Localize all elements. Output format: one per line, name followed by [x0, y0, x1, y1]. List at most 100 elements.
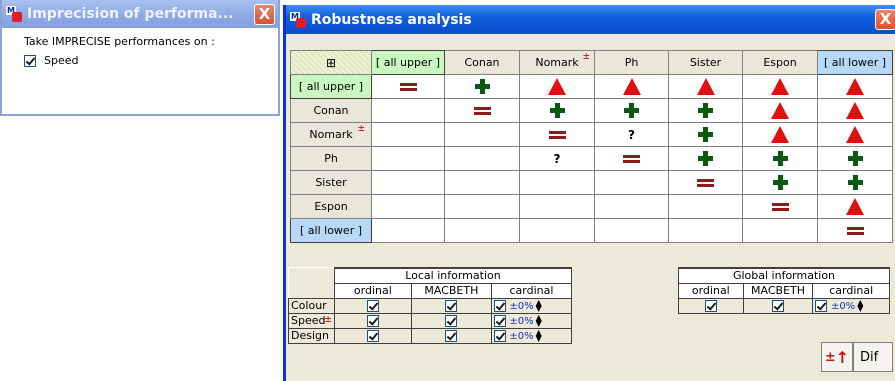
colour-cardinal-checkbox[interactable] — [493, 300, 506, 312]
matrix-row: [ all lower ] — [290, 218, 893, 243]
plus-icon — [624, 103, 639, 118]
matrix-cell — [817, 74, 893, 99]
equal-icon — [548, 130, 566, 140]
matrix-row: [ all upper ] — [290, 74, 893, 99]
close-icon: X — [879, 10, 892, 28]
plus-icon — [772, 175, 788, 190]
matrix-row: Sister — [290, 170, 893, 195]
equal-icon — [399, 82, 417, 92]
matrix-cell — [444, 98, 520, 123]
matrix-cell — [519, 122, 595, 147]
global-macbeth-header: MACBETH — [742, 282, 814, 299]
column-header-all-upper[interactable]: [ all upper ] — [371, 50, 445, 75]
triangle-up-icon — [622, 78, 641, 95]
matrix-cell — [742, 146, 818, 171]
triangle-up-icon — [771, 126, 789, 143]
equal-icon — [771, 202, 789, 212]
matrix-cell — [668, 146, 743, 171]
column-header-sister[interactable]: Sister — [668, 50, 743, 75]
triangle-up-icon — [771, 102, 789, 119]
imprecision-titlebar[interactable]: M Imprecision of performa... — [2, 0, 278, 28]
matrix-cell — [444, 122, 520, 147]
global-information-table: Global information ordinal MACBETH cardi… — [678, 267, 890, 314]
matrix-cell — [371, 194, 445, 219]
equal-icon — [623, 154, 640, 164]
matrix-cell — [519, 98, 595, 123]
equal-icon — [846, 226, 864, 236]
spinner-icon[interactable]: ▲ ▼ — [857, 299, 863, 313]
triangle-up-icon — [846, 78, 864, 95]
triangle-up-icon — [846, 126, 864, 143]
spinner-icon[interactable]: ▲ ▼ — [536, 299, 542, 313]
bottom-toolbar: ± ↑ Dif — [821, 342, 893, 372]
matrix-cell — [742, 194, 818, 219]
row-header-nomark[interactable]: Nomark ± — [290, 122, 372, 147]
matrix-cell — [444, 146, 520, 171]
matrix-cell — [668, 194, 743, 219]
global-macbeth-checkbox[interactable] — [772, 300, 785, 312]
row-header-all-lower[interactable]: [ all lower ] — [290, 218, 372, 243]
speed-macbeth-checkbox[interactable] — [445, 315, 458, 327]
matrix-cell — [817, 218, 893, 243]
row-header-conan[interactable]: Conan — [290, 98, 372, 123]
matrix-cell — [742, 74, 818, 99]
speed-cardinal-checkbox[interactable] — [493, 315, 506, 327]
matrix-cell — [519, 218, 595, 243]
speed-checkbox[interactable] — [24, 54, 36, 67]
imprecise-marker-icon: ± — [357, 124, 365, 134]
matrix-row: Nomark ±? — [290, 122, 893, 147]
column-header-ph[interactable]: Ph — [594, 50, 669, 75]
plus-icon — [772, 151, 788, 166]
row-header-ph[interactable]: Ph — [290, 146, 372, 171]
design-macbeth-checkbox[interactable] — [445, 330, 458, 342]
table-grid-icon[interactable]: ⊞ — [290, 50, 372, 75]
global-ordinal-checkbox[interactable] — [704, 300, 717, 312]
global-cardinal-checkbox[interactable] — [815, 300, 828, 312]
matrix-cell — [444, 170, 520, 195]
design-cardinal-checkbox[interactable] — [493, 330, 506, 342]
matrix-cell — [668, 218, 743, 243]
colour-ordinal-checkbox[interactable] — [366, 300, 379, 312]
column-header-espon[interactable]: Espon — [742, 50, 818, 75]
imprecision-title: Imprecision of performa... — [27, 6, 234, 22]
design-ordinal-checkbox[interactable] — [366, 330, 379, 342]
spinner-icon[interactable]: ▲ ▼ — [536, 314, 542, 328]
matrix-cell — [742, 122, 818, 147]
robustness-matrix: ⊞ [ all upper ] Conan Nomark ± Ph Sister Espon… — [290, 50, 893, 243]
equal-icon — [697, 178, 714, 188]
column-header-all-lower[interactable]: [ all lower ] — [817, 50, 893, 75]
matrix-cell — [668, 170, 743, 195]
dif-button[interactable]: Dif — [853, 342, 893, 372]
row-label-colour: Colour — [288, 297, 335, 314]
matrix-cell — [594, 194, 669, 219]
robustness-titlebar[interactable]: M Robustness analysis — [286, 5, 895, 34]
colour-pct: ±0% — [509, 301, 534, 312]
plus-icon — [847, 151, 863, 166]
matrix-row: Espon — [290, 194, 893, 219]
spinner-icon[interactable]: ▲ ▼ — [536, 329, 542, 343]
macbeth-app-icon: M — [6, 6, 22, 22]
plus-icon — [698, 151, 713, 166]
matrix-cell — [371, 218, 445, 243]
row-header-sister[interactable]: Sister — [290, 170, 372, 195]
local-row-colour: Colour ±0% ▲ ▼ — [288, 297, 573, 314]
speed-ordinal-checkbox[interactable] — [366, 315, 379, 327]
row-header-espon[interactable]: Espon — [290, 194, 372, 219]
close-button[interactable]: X — [875, 9, 895, 30]
close-button[interactable]: X — [254, 4, 275, 25]
matrix-cell — [817, 122, 893, 147]
matrix-row: Conan — [290, 98, 893, 123]
matrix-cell — [742, 218, 818, 243]
plus-minus-arrow-icon[interactable]: ± ↑ — [821, 342, 853, 372]
colour-macbeth-checkbox[interactable] — [445, 300, 458, 312]
row-header-all-upper[interactable]: [ all upper ] — [290, 74, 372, 99]
matrix-cell — [444, 218, 520, 243]
local-ordinal-header: ordinal — [333, 282, 412, 299]
local-row-speed: Speed ± ±0% ▲ ▼ — [288, 312, 573, 329]
close-icon: X — [258, 5, 271, 23]
matrix-cell — [519, 194, 595, 219]
column-header-conan[interactable]: Conan — [444, 50, 520, 75]
column-header-nomark[interactable]: Nomark ± — [519, 50, 595, 75]
question-mark: ? — [628, 127, 635, 142]
plus-icon — [474, 79, 490, 94]
